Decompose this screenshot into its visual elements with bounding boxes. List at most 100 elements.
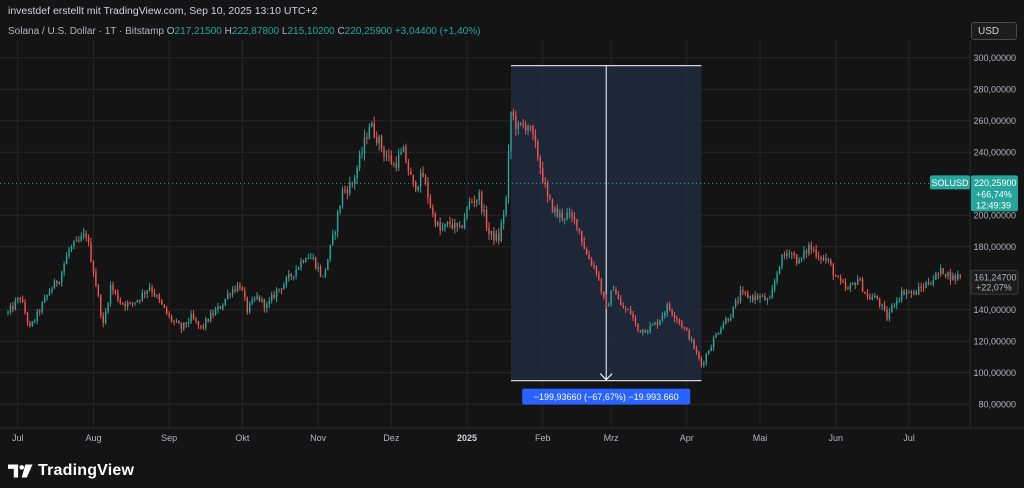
candle	[53, 280, 56, 289]
candle	[12, 305, 14, 310]
candle	[639, 330, 642, 333]
candle	[673, 314, 676, 319]
candle	[932, 279, 935, 284]
candle	[771, 289, 773, 299]
candle	[605, 296, 607, 307]
candle	[761, 295, 764, 297]
candle	[290, 274, 292, 277]
candle	[893, 304, 896, 306]
y-tick-label: 280,00000	[973, 84, 1016, 94]
candle	[471, 201, 473, 203]
candle	[468, 201, 471, 208]
candle	[813, 249, 815, 251]
candle	[537, 141, 539, 158]
candle	[126, 302, 129, 307]
candle	[483, 209, 485, 212]
candle	[629, 309, 632, 315]
candle	[353, 178, 356, 185]
candle	[649, 325, 651, 332]
candle	[603, 291, 605, 297]
candle	[114, 290, 117, 293]
candle	[187, 321, 190, 325]
candle	[192, 313, 195, 320]
candle	[270, 294, 273, 301]
candle	[456, 222, 458, 227]
candle	[239, 284, 241, 288]
candle	[695, 348, 698, 352]
candle	[449, 222, 451, 225]
candle	[671, 310, 673, 315]
candle	[327, 259, 329, 271]
candle	[610, 290, 612, 306]
candle	[427, 182, 429, 198]
candle	[451, 224, 454, 229]
x-tick-label: Jul	[12, 433, 24, 443]
candle	[314, 257, 317, 269]
candle	[405, 146, 407, 163]
candle	[856, 279, 859, 285]
candle	[666, 303, 668, 313]
candle	[900, 291, 903, 301]
candle	[683, 327, 686, 329]
candle	[952, 275, 954, 281]
candle	[646, 331, 649, 333]
candle	[393, 163, 395, 165]
x-tick-label: Jul	[903, 433, 915, 443]
x-tick-label: Mrz	[604, 433, 619, 443]
candle	[466, 207, 468, 219]
candle	[112, 284, 114, 291]
candle	[178, 321, 180, 324]
candle	[90, 242, 92, 263]
price-chart[interactable]: −199,93660 (−67,67%) −19.993.660 300,0000…	[0, 0, 1024, 488]
candle	[915, 291, 918, 295]
candle	[871, 297, 874, 300]
candle	[710, 347, 712, 351]
candle	[693, 339, 695, 349]
candle	[222, 304, 224, 309]
candle	[749, 296, 751, 299]
tradingview-logo[interactable]: TradingView	[8, 460, 134, 482]
candle	[612, 289, 615, 291]
candle	[397, 154, 400, 168]
candle	[810, 245, 813, 250]
candle	[595, 266, 598, 274]
candle	[734, 301, 737, 307]
candle	[480, 192, 483, 212]
candle	[957, 274, 959, 280]
candle	[246, 297, 249, 312]
candle	[439, 222, 441, 231]
candle	[402, 146, 405, 153]
candle	[725, 318, 727, 324]
candle	[881, 304, 883, 306]
candle	[310, 257, 312, 259]
x-tick-label: Feb	[535, 433, 551, 443]
candle	[117, 292, 119, 301]
candle	[563, 218, 566, 220]
candle	[729, 317, 732, 321]
candle	[715, 334, 717, 338]
candle	[258, 295, 261, 302]
x-tick-label: Jun	[828, 433, 843, 443]
candle	[600, 279, 603, 292]
candle	[764, 295, 766, 301]
candle	[383, 148, 385, 157]
candle	[202, 326, 205, 328]
candle	[559, 212, 561, 217]
candle	[507, 151, 510, 199]
candle	[949, 271, 952, 281]
candle	[617, 294, 620, 300]
candle	[141, 292, 144, 301]
candle	[60, 271, 63, 283]
candle	[786, 253, 788, 256]
candle	[825, 258, 827, 261]
candle	[241, 287, 244, 291]
candle	[363, 137, 366, 154]
candle	[583, 241, 585, 249]
candle	[830, 259, 832, 265]
candle	[26, 313, 29, 323]
candle	[800, 257, 803, 260]
candle	[788, 253, 791, 255]
candle	[7, 311, 9, 313]
candle	[51, 288, 53, 292]
candle	[102, 315, 104, 324]
